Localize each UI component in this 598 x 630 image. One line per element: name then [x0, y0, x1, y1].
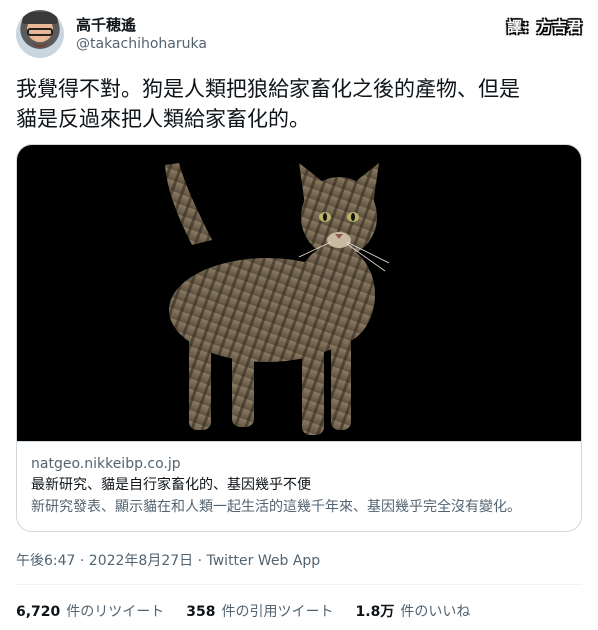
tweet-text: 我覺得不對。狗是人類把狼給家畜化之後的產物、但是 貓是反過來把人類給家畜化的。	[16, 74, 582, 134]
link-card[interactable]: natgeo.nikkeibp.co.jp 最新研究、貓是自行家畜化的、基因幾乎…	[16, 144, 582, 532]
avatar-glasses	[27, 28, 53, 36]
tweet-text-line: 貓是反過來把人類給家畜化的。	[16, 107, 310, 131]
card-title: 最新研究、貓是自行家畜化的、基因幾乎不便	[31, 477, 311, 493]
card-meta[interactable]: natgeo.nikkeibp.co.jp 最新研究、貓是自行家畜化的、基因幾乎…	[17, 441, 581, 531]
card-domain: natgeo.nikkeibp.co.jp	[31, 456, 181, 472]
avatar-smile	[33, 41, 47, 47]
avatar[interactable]	[16, 10, 64, 58]
translator-credit: 譯：方吉君	[506, 18, 582, 36]
retweets-label: 件のリツイート	[66, 604, 165, 620]
likes-count: 1.8万	[355, 604, 395, 620]
quotes-label: 件の引用ツイート	[221, 604, 334, 620]
avatar-cap	[22, 12, 58, 24]
tweet-header: 高千穂遙 @takachihoharuka 譯：方吉君	[16, 10, 582, 62]
quotes-count: 358	[186, 604, 216, 620]
tweet-text-line: 我覺得不對。狗是人類把狼給家畜化之後的產物、但是	[16, 77, 520, 101]
author-name[interactable]: 高千穂遙	[76, 14, 136, 35]
divider	[16, 584, 582, 585]
retweets-stat[interactable]: 6,720 件のリツイート	[16, 601, 164, 621]
author-handle[interactable]: @takachihoharuka	[76, 36, 207, 52]
likes-label: 件のいいね	[400, 604, 471, 620]
likes-stat[interactable]: 1.8万 件のいいね	[356, 601, 471, 621]
cat-image	[165, 163, 390, 435]
card-description: 新研究發表、顯示貓在和人類一起生活的這幾千年來、基因幾乎完全沒有變化。	[31, 499, 521, 515]
quotes-stat[interactable]: 358 件の引用ツイート	[186, 601, 333, 621]
tweet-stats: 6,720 件のリツイート 358 件の引用ツイート 1.8万 件のいいね	[16, 601, 582, 621]
retweets-count: 6,720	[16, 604, 61, 620]
tweet-timestamp[interactable]: 午後6:47 · 2022年8月27日 · Twitter Web App	[16, 550, 320, 570]
card-image[interactable]	[17, 145, 581, 441]
